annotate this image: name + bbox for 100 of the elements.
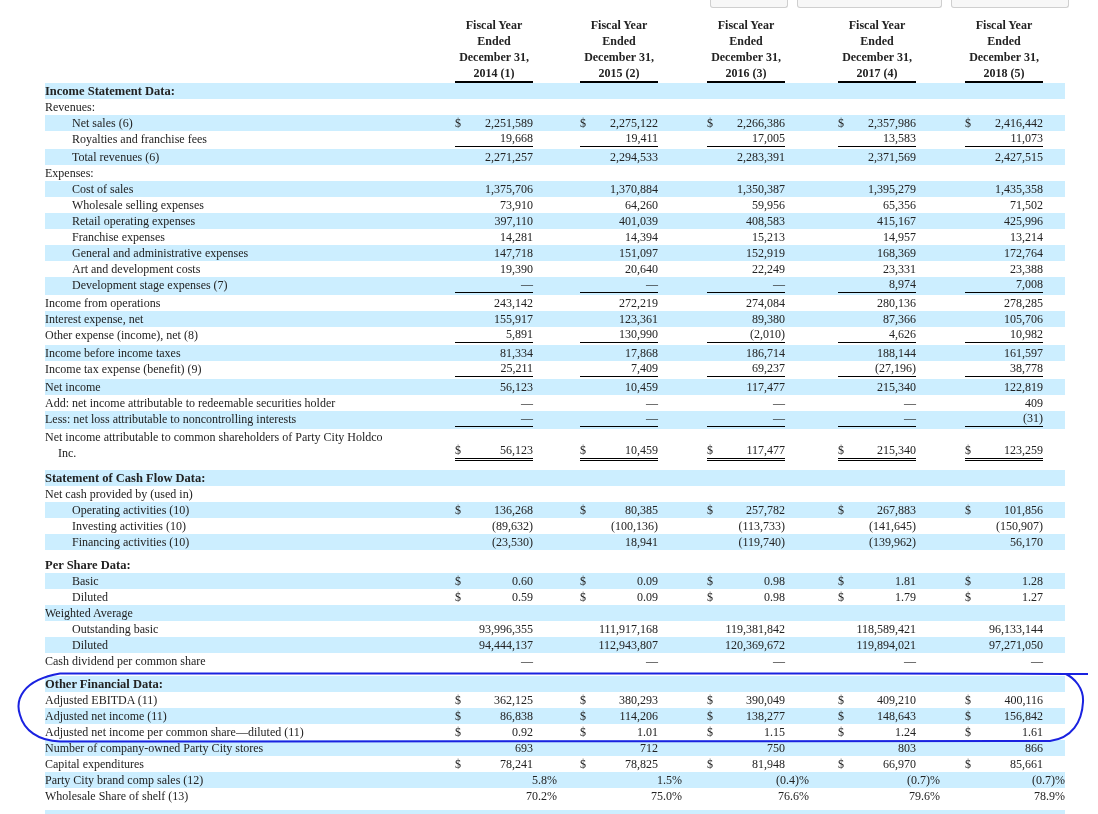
table-cell-text: 97,271,050 <box>988 638 1043 653</box>
table-cell-text: 147,718 <box>493 246 533 261</box>
table-cell-text: 17,868 <box>624 346 658 361</box>
table-cell-text: 96,133,144 <box>988 622 1043 637</box>
table-cell: $ 2,357,986 <box>838 116 916 131</box>
table-cell: $ 1.28 <box>965 574 1043 589</box>
table-cell-text: 1,435,358 <box>994 182 1043 197</box>
table-cell-text: — <box>903 396 916 411</box>
table-cell: (31) <box>965 411 1043 427</box>
table-cell: $ 86,838 <box>455 709 533 724</box>
table-cell: $ 117,477 <box>707 443 785 461</box>
row-label: Retail operating expenses <box>72 213 196 229</box>
table-cell: 7,409 <box>580 361 658 377</box>
table-cell-text: (150,907) <box>995 519 1043 534</box>
table-cell-text: 89,380 <box>751 312 785 327</box>
table-cell-text: — <box>903 654 916 669</box>
row-label: Royalties and franchise fees <box>72 131 207 147</box>
table-cell-text: 56,170 <box>1009 535 1043 550</box>
table-cell: $ 362,125 <box>455 693 533 708</box>
row-label: Adjusted net income per common share—diluted (11) <box>45 724 305 740</box>
table-cell: 38,778 <box>965 361 1043 377</box>
table-cell-text: 155,917 <box>493 312 533 327</box>
table-cell-text: 15,213 <box>751 230 785 245</box>
table-cell-text: 78.9% <box>1033 789 1065 804</box>
row-label: Art and development costs <box>72 261 201 277</box>
table-cell-text: 10,459 <box>624 380 658 395</box>
table-cell-text: — <box>645 396 658 411</box>
section-heading: Per Share Data: <box>45 557 131 573</box>
row-label: Cash dividend per common share <box>45 653 207 669</box>
row-label: Income before income taxes <box>45 345 182 361</box>
table-cell: $ 267,883 <box>838 503 916 518</box>
table-cell: — <box>455 411 533 427</box>
table-cell-text: — <box>1030 654 1043 669</box>
table-cell-text: 18,941 <box>624 535 658 550</box>
table-cell-text: 172,764 <box>1003 246 1043 261</box>
table-cell-text: 122,819 <box>1003 380 1043 395</box>
table-cell-text: (141,645) <box>868 519 916 534</box>
table-cell-text: 119,894,021 <box>855 638 916 653</box>
table-cell: $ 10,459 <box>580 443 658 461</box>
table-cell-text: (23,530) <box>491 535 533 550</box>
table-cell-text: 13,214 <box>1009 230 1043 245</box>
row-label: Wholesale selling expenses <box>72 197 204 213</box>
table-cell: $ 2,251,589 <box>455 116 533 131</box>
table-cell-text: 81,334 <box>499 346 533 361</box>
table-cell: $ 2,266,386 <box>707 116 785 131</box>
table-cell-text: 2,283,391 <box>736 150 785 165</box>
row-label: Adjusted net income (11) <box>45 708 168 724</box>
row-label: Income from operations <box>45 295 162 311</box>
row-label: Investing activities (10) <box>72 518 186 534</box>
table-cell-text: 161,597 <box>1003 346 1043 361</box>
table-cell-text: 119,381,842 <box>724 622 785 637</box>
table-cell: 5,891 <box>455 327 533 343</box>
table-cell: $ 78,241 <box>455 757 533 772</box>
table-cell-text: 14,957 <box>882 230 916 245</box>
table-cell: $ 101,856 <box>965 503 1043 518</box>
table-cell-text: 409 <box>1024 396 1043 411</box>
table-cell: — <box>580 277 658 293</box>
row-label: Outstanding basic <box>72 621 159 637</box>
row-label: Basic <box>72 573 99 589</box>
tab-button[interactable] <box>710 0 788 8</box>
table-cell-text: 750 <box>766 741 785 756</box>
table-cell: 25,211 <box>455 361 533 377</box>
table-cell: $ 409,210 <box>838 693 916 708</box>
table-cell: $ 2,275,122 <box>580 116 658 131</box>
table-cell-text: 274,084 <box>745 296 785 311</box>
table-cell: 8,974 <box>838 277 916 293</box>
table-cell-text: 278,285 <box>1003 296 1043 311</box>
table-cell-text: (113,733) <box>737 519 785 534</box>
table-cell-text: (119,740) <box>737 535 785 550</box>
table-cell-text: (139,962) <box>868 535 916 550</box>
table-cell: $ 78,825 <box>580 757 658 772</box>
table-cell-text: 22,249 <box>751 262 785 277</box>
table-cell-text: 118,589,421 <box>855 622 916 637</box>
table-cell: $ 148,643 <box>838 709 916 724</box>
table-cell: $ 400,116 <box>965 693 1043 708</box>
row-label: Cost of sales <box>72 181 134 197</box>
table-cell-text: 87,366 <box>882 312 916 327</box>
table-cell: $ 0.60 <box>455 574 533 589</box>
table-cell-text: 397,110 <box>493 214 533 229</box>
table-cell-text: 408,583 <box>745 214 785 229</box>
table-cell-text: 1,350,387 <box>736 182 785 197</box>
table-cell-text: 803 <box>897 741 916 756</box>
row-label: Net income attributable to common shareholders of Party City Holdco Inc. <box>45 429 384 461</box>
table-cell-text: (89,632) <box>491 519 533 534</box>
table-cell: $ 215,340 <box>838 443 916 461</box>
tab-button[interactable] <box>951 0 1069 8</box>
table-cell: 19,668 <box>455 131 533 147</box>
table-cell: 11,073 <box>965 131 1043 147</box>
table-cell: $ 1.27 <box>965 590 1043 605</box>
row-label: Less: net loss attributable to noncontrolling interests <box>45 411 298 427</box>
row-label: Other expense (income), net (8) <box>45 327 199 343</box>
table-cell: 7,008 <box>965 277 1043 293</box>
table-cell: $ 390,049 <box>707 693 785 708</box>
tab-button[interactable] <box>797 0 942 8</box>
row-label: Total revenues (6) <box>72 149 160 165</box>
table-cell-text: 93,996,355 <box>478 622 533 637</box>
table-cell: 17,005 <box>707 131 785 147</box>
table-cell-text: — <box>772 396 785 411</box>
row-label: Income tax expense (benefit) (9) <box>45 361 203 377</box>
row-label: Number of company-owned Party City stores <box>45 740 265 756</box>
